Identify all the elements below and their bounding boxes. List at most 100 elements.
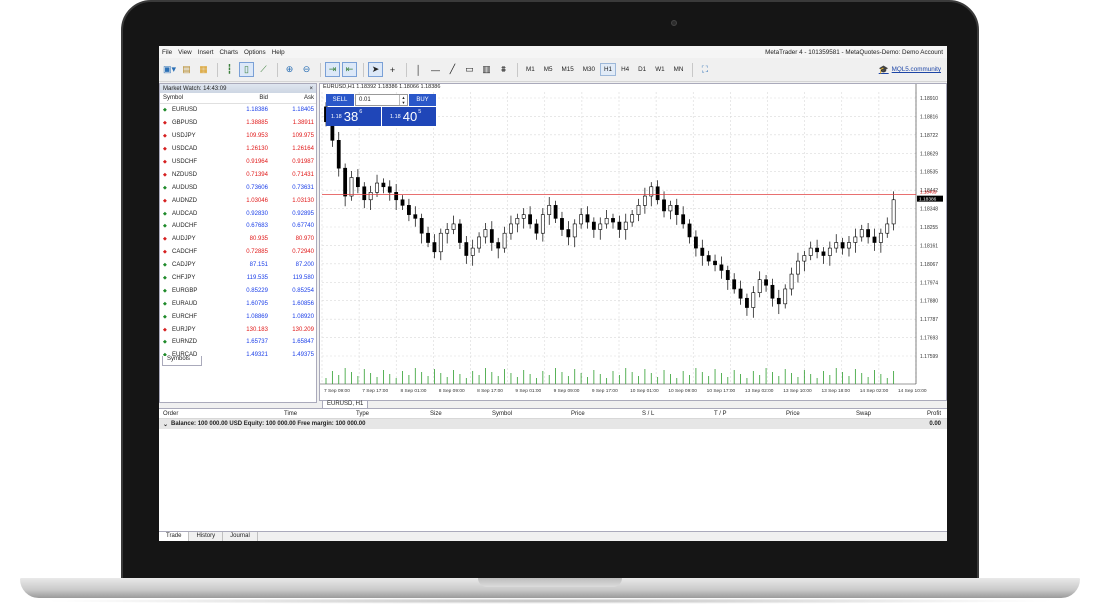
market-watch-row[interactable]: ◆ CADCHF 0.72885 0.72940 (160, 246, 316, 259)
menu-charts[interactable]: Charts (216, 49, 241, 56)
col-order[interactable]: Order (163, 411, 178, 417)
mql5-community-link[interactable]: 🎓 MQL5.community (879, 65, 941, 74)
market-watch-row[interactable]: ◆ EURNZD 1.65737 1.65847 (160, 336, 316, 349)
market-watch-row[interactable]: ◆ AUDNZD 1.03046 1.03130 (160, 194, 316, 207)
tf-m15[interactable]: M15 (558, 63, 578, 76)
fibonacci-icon[interactable]: ⩩ (496, 62, 511, 77)
ask-value: 1.08920 (292, 313, 314, 320)
sell-price-button[interactable]: 1.18 38 6 (326, 107, 381, 126)
arrow-up-icon: ◆ (163, 223, 167, 230)
tf-m1[interactable]: M1 (522, 63, 539, 76)
lot-size-input[interactable]: 0.01 ▲ ▼ (355, 94, 408, 106)
close-icon[interactable]: × (309, 86, 313, 92)
market-watch-row[interactable]: ◆ NZDUSD 0.71394 0.71431 (160, 168, 316, 181)
market-watch-row[interactable]: ◆ CADJPY 87.151 87.200 (160, 259, 316, 272)
collapse-icon[interactable]: ⌄ (163, 421, 168, 428)
arrow-up-icon: ◆ (163, 210, 167, 217)
market-watch-row[interactable]: ◆ USDCAD 1.26130 1.26164 (160, 143, 316, 156)
menu-view[interactable]: View (175, 49, 195, 56)
tf-h4[interactable]: H4 (617, 63, 633, 76)
buy-button[interactable]: BUY (409, 94, 436, 106)
tab-journal[interactable]: Journal (223, 532, 258, 541)
col-profit[interactable]: Profit (927, 411, 941, 417)
profiles-icon[interactable]: ▤ (179, 62, 194, 77)
menu-help[interactable]: Help (269, 49, 288, 56)
market-watch-row[interactable]: ◆ EURUSD 1.18386 1.18405 (160, 104, 316, 117)
tab-symbols[interactable]: Symbols (162, 356, 202, 366)
line-chart-icon[interactable]: ⟋ (256, 62, 271, 77)
candle-body (783, 288, 788, 305)
col-tp[interactable]: T / P (714, 411, 727, 417)
market-watch-row[interactable]: ◆ GBPUSD 1.38885 1.38911 (160, 117, 316, 130)
channel-icon[interactable]: ▥ (479, 62, 494, 77)
tf-m5[interactable]: M5 (540, 63, 557, 76)
tab-history[interactable]: History (189, 532, 224, 541)
chart-window[interactable]: 1.18910 1.18816 1.18722 1.18629 1.18535 1.184… (319, 83, 947, 401)
col-size[interactable]: Size (430, 411, 442, 417)
market-watch-row[interactable]: ◆ AUDCHF 0.67683 0.67740 (160, 220, 316, 233)
candle-body (477, 236, 481, 249)
trendline-icon[interactable]: ╱ (445, 62, 460, 77)
menu-options[interactable]: Options (241, 49, 269, 56)
cursor-icon[interactable]: ➤ (368, 62, 383, 77)
market-watch-icon[interactable]: ▦ (196, 62, 211, 77)
time-axis-label: 10 Sep 17:00 (707, 388, 736, 394)
market-watch-row[interactable]: ◆ AUDUSD 0.73606 0.73631 (160, 181, 316, 194)
market-watch-row[interactable]: ◆ EURCHF 1.08869 1.08920 (160, 310, 316, 323)
horizontal-line-icon[interactable]: — (428, 62, 443, 77)
menu-insert[interactable]: Insert (195, 49, 217, 56)
market-watch-row[interactable]: ◆ USDCHF 0.91964 0.91987 (160, 156, 316, 169)
col-sl[interactable]: S / L (642, 411, 654, 417)
col-ask[interactable]: Ask (268, 95, 314, 101)
candlestick-icon[interactable]: ▯ (239, 62, 254, 77)
vertical-line-icon[interactable]: │ (411, 62, 426, 77)
candle-body (713, 260, 717, 266)
zoom-in-icon[interactable]: ⊕ (282, 62, 297, 77)
col-symbol[interactable]: Symbol (492, 411, 512, 417)
tf-m30[interactable]: M30 (579, 63, 599, 76)
market-watch-row[interactable]: ◆ EURGBP 0.85229 0.85254 (160, 284, 316, 297)
chart-shift-icon[interactable]: ⇤ (342, 62, 357, 77)
market-watch-row[interactable]: ◆ CHFJPY 119.535 119.580 (160, 272, 316, 285)
bid-value: 1.18386 (246, 107, 268, 114)
fullscreen-icon[interactable]: ⛶ (697, 62, 712, 77)
sell-button[interactable]: SELL (326, 94, 354, 106)
auto-scroll-icon[interactable]: ⇥ (325, 62, 340, 77)
tab-trade[interactable]: Trade (159, 532, 190, 541)
tf-d1[interactable]: D1 (634, 63, 650, 76)
market-watch-row[interactable]: ◆ EURJPY 130.183 130.209 (160, 323, 316, 336)
col-swap[interactable]: Swap (856, 411, 871, 417)
col-price[interactable]: Price (571, 411, 585, 417)
zoom-out-icon[interactable]: ⊖ (299, 62, 314, 77)
candle-body (878, 232, 883, 243)
one-click-trading: SELL 0.01 ▲ ▼ BUY 1.18 38 6 1.18 40 5 (326, 94, 436, 128)
market-watch-row[interactable]: ◆ EURAUD 1.60795 1.60856 (160, 297, 316, 310)
bar-chart-icon[interactable]: ┇ (222, 62, 237, 77)
col-type[interactable]: Type (356, 411, 369, 417)
tf-h1[interactable]: H1 (600, 63, 617, 76)
market-watch-row[interactable]: ◆ AUDJPY 80.935 80.970 (160, 233, 316, 246)
bid-value: 119.535 (246, 275, 268, 282)
menu-file[interactable]: File (159, 49, 175, 56)
crosshair-icon[interactable]: + (385, 62, 400, 77)
candle-body (375, 182, 379, 193)
price-chart[interactable]: 1.189101.188161.187221.186291.185351.184… (320, 84, 946, 400)
market-watch-row[interactable]: ◆ AUDCAD 0.92830 0.92895 (160, 207, 316, 220)
col-bid[interactable]: Bid (224, 95, 268, 101)
text-icon[interactable]: ▭ (462, 62, 477, 77)
col-time[interactable]: Time (284, 411, 297, 417)
col-price-current[interactable]: Price (786, 411, 800, 417)
buy-price-button[interactable]: 1.18 40 5 (382, 107, 436, 126)
new-chart-icon[interactable]: ▣▾ (162, 62, 177, 77)
arrow-up-icon: ◆ (163, 313, 167, 320)
symbol-name: AUDNZD (172, 197, 197, 204)
ask-value: 1.03130 (292, 197, 314, 204)
tf-w1[interactable]: W1 (651, 63, 668, 76)
market-watch-row[interactable]: ◆ USDJPY 109.953 109.975 (160, 130, 316, 143)
tf-mn[interactable]: MN (670, 63, 688, 76)
time-axis-label: 8 Sep 01:00 (401, 388, 427, 394)
lot-stepper-icon[interactable]: ▲ ▼ (399, 95, 407, 105)
candle-body (847, 242, 851, 249)
col-symbol[interactable]: Symbol (160, 95, 224, 101)
bid-value: 109.953 (246, 133, 268, 140)
